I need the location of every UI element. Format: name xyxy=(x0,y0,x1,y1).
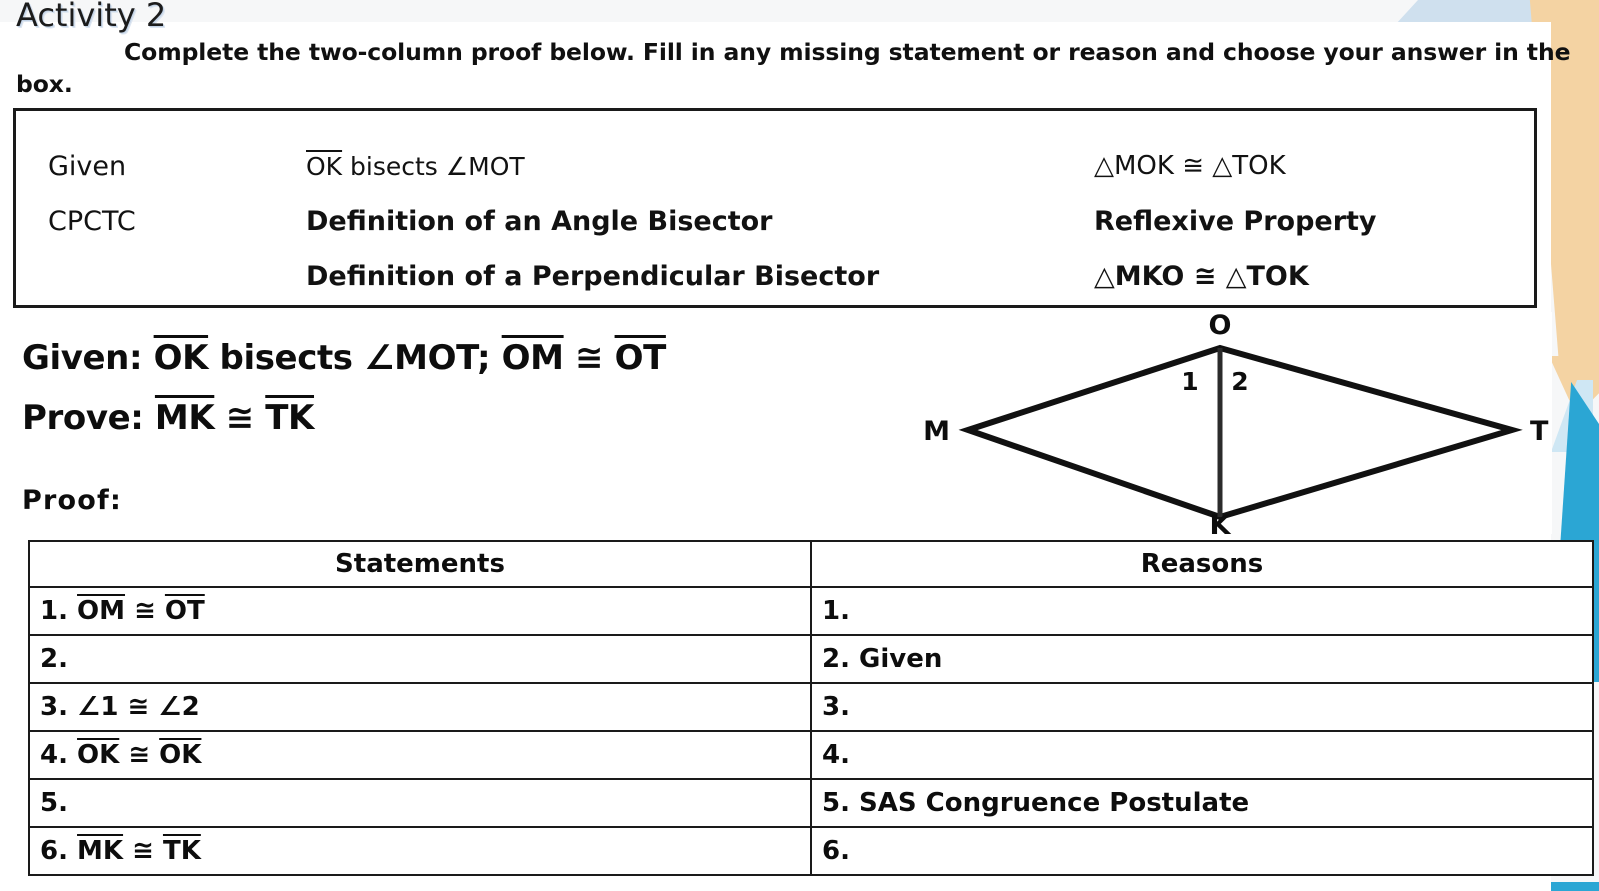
statement-pre xyxy=(68,740,77,770)
reason-cell-5[interactable]: 5. SAS Congruence Postulate xyxy=(810,778,1594,828)
segment-tk: TK xyxy=(162,836,201,866)
segment-mk: MK xyxy=(77,836,124,866)
segment-ok-overline: OK xyxy=(306,151,343,181)
given-label: Given: xyxy=(22,338,154,378)
segment-ok: OK xyxy=(77,740,120,770)
proof-label: Proof: xyxy=(22,485,122,516)
column-header-reasons: Reasons xyxy=(810,540,1594,588)
answer-choice-box: Given OK bisects ∠MOT △MOK ≅ △TOK CPCTC … xyxy=(13,108,1537,308)
word-bank-item-angle-bisector-def[interactable]: Definition of an Angle Bisector xyxy=(306,206,773,237)
reason-cell-6[interactable]: 6. xyxy=(810,826,1594,876)
word-bank-item-ok-bisects-mot[interactable]: OK bisects ∠MOT xyxy=(306,152,525,181)
prove-statement: Prove: MK ≅ TK xyxy=(22,398,772,438)
angle-label-2: 2 xyxy=(1231,367,1248,396)
reason-cell-3[interactable]: 3. xyxy=(810,682,1594,732)
statement-cell-3[interactable]: 3. ∠1 ≅ ∠2 xyxy=(28,682,812,732)
table-row: 1. OM ≅ OT 1. xyxy=(28,586,1594,636)
segment-ot: OT xyxy=(164,596,205,626)
statement-plain: ∠1 ≅ ∠2 xyxy=(67,692,200,722)
statement-cell-1[interactable]: 1. OM ≅ OT xyxy=(28,586,812,636)
row-number: 5. xyxy=(40,788,68,818)
word-bank-row: Definition of a Perpendicular Bisector △… xyxy=(16,249,1534,303)
congruent-symbol: ≅ xyxy=(125,596,165,626)
angle-label-1: 1 xyxy=(1181,367,1198,396)
vertex-label-T: T xyxy=(1530,416,1549,447)
table-row: 4. OK ≅ OK 4. xyxy=(28,730,1594,780)
row-number: 3. xyxy=(40,692,68,722)
vertex-label-M: M xyxy=(923,416,950,447)
statement-pre xyxy=(68,596,77,626)
reason-cell-2[interactable]: 2. Given xyxy=(810,634,1594,684)
table-row: 2. 2. Given xyxy=(28,634,1594,684)
statement-cell-2[interactable]: 2. xyxy=(28,634,812,684)
statement-cell-6[interactable]: 6. MK ≅ TK xyxy=(28,826,812,876)
segment-om: OM xyxy=(501,338,564,378)
word-bank-item-mko-tok[interactable]: △MKO ≅ △TOK xyxy=(1094,261,1309,292)
segment-tk: TK xyxy=(265,398,315,438)
statement-pre xyxy=(68,836,77,866)
row-number: 2. xyxy=(40,644,68,674)
page-title: Activity 2 xyxy=(16,0,167,34)
table-row: 5. 5. SAS Congruence Postulate xyxy=(28,778,1594,828)
table-row: 3. ∠1 ≅ ∠2 3. xyxy=(28,682,1594,732)
rhombus-motk-svg: O M T K 1 2 xyxy=(923,312,1549,534)
segment-ok: OK xyxy=(153,338,209,378)
prove-label: Prove: xyxy=(22,398,155,438)
congruent-symbol: ≅ xyxy=(214,398,266,438)
table-row: 6. MK ≅ TK 6. xyxy=(28,826,1594,876)
word-bank-row: Given OK bisects ∠MOT △MOK ≅ △TOK xyxy=(16,139,1534,193)
table-header-row: Statements Reasons xyxy=(28,540,1594,588)
segment-mk: MK xyxy=(154,398,215,438)
given-statement: Given: OK bisects ∠MOT; OM ≅ OT xyxy=(22,338,772,378)
word-bank-item-reflexive-property[interactable]: Reflexive Property xyxy=(1094,206,1377,237)
word-bank-item-given[interactable]: Given xyxy=(48,151,126,182)
vertex-label-K: K xyxy=(1210,510,1232,534)
congruent-symbol: ≅ xyxy=(119,740,160,770)
two-column-proof-table: Statements Reasons 1. OM ≅ OT 1. 2. 2. G… xyxy=(28,540,1594,876)
row-number: 4. xyxy=(40,740,68,770)
segment-ok: OK xyxy=(159,740,202,770)
congruent-symbol: ≅ xyxy=(563,338,615,378)
word-bank-item-perpendicular-bisector-def[interactable]: Definition of a Perpendicular Bisector xyxy=(306,261,879,292)
given-middle-text: bisects ∠MOT; xyxy=(208,338,502,378)
congruent-symbol: ≅ xyxy=(123,836,163,866)
statement-cell-5[interactable]: 5. xyxy=(28,778,812,828)
word-bank-row: CPCTC Definition of an Angle Bisector Re… xyxy=(16,194,1534,248)
word-bank-item-mok-tok[interactable]: △MOK ≅ △TOK xyxy=(1094,151,1286,181)
row-number: 1. xyxy=(40,596,68,626)
word-bank-item-cpctc[interactable]: CPCTC xyxy=(48,206,136,237)
given-prove-block: Given: OK bisects ∠MOT; OM ≅ OT Prove: M… xyxy=(22,338,772,438)
segment-om: OM xyxy=(77,596,126,626)
column-header-statements: Statements xyxy=(28,540,812,588)
instructions-text: Complete the two-column proof below. Fil… xyxy=(16,38,1571,99)
word-bank-item-text: bisects ∠MOT xyxy=(342,151,525,181)
reason-cell-1[interactable]: 1. xyxy=(810,586,1594,636)
segment-ot: OT xyxy=(614,338,667,378)
vertex-label-O: O xyxy=(1209,312,1232,341)
statement-cell-4[interactable]: 4. OK ≅ OK xyxy=(28,730,812,780)
reason-cell-4[interactable]: 4. xyxy=(810,730,1594,780)
row-number: 6. xyxy=(40,836,68,866)
geometry-diagram: O M T K 1 2 xyxy=(872,312,1552,534)
